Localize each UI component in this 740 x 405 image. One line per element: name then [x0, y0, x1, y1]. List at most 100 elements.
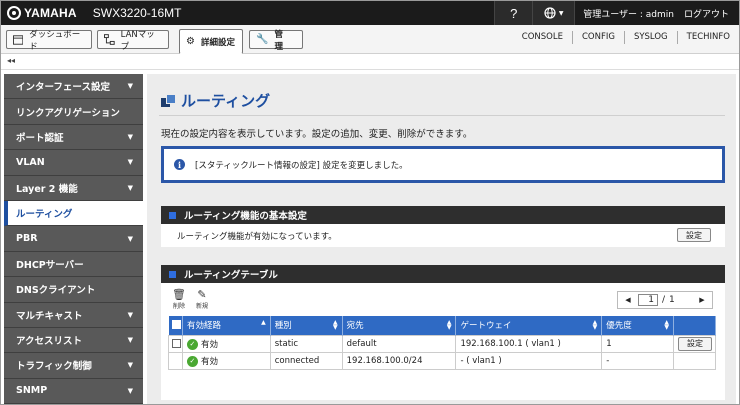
sidebar-item-access-list[interactable]: アクセスリスト ▼ — [4, 327, 143, 354]
new-label: 新規 — [196, 303, 209, 310]
console-link[interactable]: CONSOLE — [513, 31, 572, 44]
sidebar-item-pbr[interactable]: PBR ▼ — [4, 226, 143, 252]
routing-table: 有効経路 ▲ 種別 ▲ ▼ 宛先 ▲ ▼ ゲートウェイ ▲ ▼ 優先度 ▲ ▼ ✓ 有効 stati… — [168, 316, 717, 370]
column-header-active[interactable]: 有効経路 ▲ — [182, 316, 271, 335]
action-cell: 設定 — [672, 334, 717, 353]
sidebar-item-label: Layer 2 機能 — [16, 183, 78, 195]
sidebar-item-label: ポート認証 — [16, 132, 64, 144]
sidebar-item-label: PBR — [16, 233, 38, 245]
priority-cell: - — [601, 351, 674, 370]
basic-settings-body: ルーティング機能が有効になっています。 設定 — [161, 224, 725, 247]
chevron-down-icon: ▼ — [127, 132, 133, 141]
page-input[interactable]: 1 — [638, 294, 658, 306]
prev-page-button[interactable]: ◀ — [618, 296, 638, 304]
sidebar-item-label: ルーティング — [16, 209, 73, 221]
sidebar-item-port-auth[interactable]: ポート認証 ▼ — [4, 124, 143, 151]
techinfo-link[interactable]: TECHINFO — [676, 31, 739, 44]
sidebar-item-label: インターフェース設定 — [16, 82, 110, 94]
brand: YAMAHA — [7, 6, 77, 20]
config-link[interactable]: CONFIG — [571, 31, 624, 44]
notice-box: i [スタティックルート情報の設定] 設定を変更しました。 — [161, 146, 725, 183]
user-label: 管理ユーザー : admin — [583, 9, 674, 20]
nav-settings-label: 詳細設定 — [200, 37, 235, 48]
column-header-actions — [673, 316, 717, 335]
sidebar-item-snmp[interactable]: SNMP ▼ — [4, 378, 143, 404]
select-all-header — [168, 316, 183, 335]
column-header-gateway[interactable]: ゲートウェイ ▲ ▼ — [455, 316, 603, 335]
tool-links: CONSOLE CONFIG SYSLOG TECHINFO — [513, 31, 739, 44]
delete-button[interactable]: 🗑 削除 — [172, 288, 186, 311]
nav-management[interactable]: 🔧 管 理 — [249, 30, 303, 52]
column-header-destination[interactable]: 宛先 ▲ ▼ — [342, 316, 457, 335]
sidebar-item-label: トラフィック制御 — [16, 361, 92, 373]
type-cell: static — [269, 334, 343, 353]
nav-settings[interactable]: ⚙ 詳細設定 — [179, 29, 243, 54]
top-bar: YAMAHA SWX3220-16MT ? ▼ 管理ユーザー : admin ロ… — [1, 1, 739, 25]
table-row: ✓ 有効 static default 192.168.100.1 ( vlan1… — [168, 334, 717, 353]
sidebar-item-routing[interactable]: ルーティング — [4, 200, 143, 227]
syslog-link[interactable]: SYSLOG — [623, 31, 677, 44]
row-select-cell — [168, 334, 183, 353]
type-cell: connected — [269, 351, 343, 370]
next-page-button[interactable]: ▶ — [692, 296, 712, 304]
language-button[interactable]: ▼ — [532, 1, 575, 25]
trash-icon: 🗑 — [172, 288, 186, 301]
sidebar-item-layer2[interactable]: Layer 2 機能 ▼ — [4, 175, 143, 201]
column-header-priority[interactable]: 優先度 ▲ ▼ — [601, 316, 674, 335]
notice-text: [スタティックルート情報の設定] 設定を変更しました。 — [195, 160, 408, 171]
table-row: ✓ 有効 connected 192.168.100.0/24 - ( vlan1… — [168, 351, 717, 370]
edit-icon: ✎ — [197, 288, 207, 301]
help-button[interactable]: ? — [494, 1, 533, 25]
nav-dashboard[interactable]: ダッシュボード — [6, 29, 92, 52]
wrench-icon: 🔧 — [256, 34, 269, 45]
sidebar-item-label: リンクアグリゲーション — [16, 107, 120, 119]
page-separator: / — [662, 295, 666, 305]
sidebar-item-link-aggregation[interactable]: リンクアグリゲーション — [4, 99, 143, 125]
gateway-cell: - ( vlan1 ) — [455, 351, 603, 370]
main-nav: ダッシュボード LANマップ ⚙ 詳細設定 🔧 管 理 CONSOLE CONF… — [1, 25, 739, 54]
sidebar-item-label: SNMP — [16, 385, 48, 397]
active-cell: ✓ 有効 — [181, 351, 271, 370]
active-cell: ✓ 有効 — [181, 334, 271, 353]
sidebar-item-traffic-control[interactable]: トラフィック制御 ▼ — [4, 353, 143, 379]
chevron-down-icon: ▼ — [127, 336, 133, 345]
globe-icon — [544, 7, 556, 19]
basic-settings-button[interactable]: 設定 — [677, 228, 711, 242]
row-checkbox[interactable] — [172, 338, 181, 348]
sidebar-item-vlan[interactable]: VLAN ▼ — [4, 150, 143, 176]
user-area: 管理ユーザー : admin ログアウト — [574, 1, 739, 25]
sidebar-item-label: VLAN — [16, 156, 45, 168]
sidebar-item-interface[interactable]: インターフェース設定 ▼ — [4, 74, 143, 100]
nav-dashboard-label: ダッシュボード — [29, 29, 81, 52]
routing-table-heading: ルーティングテーブル — [161, 265, 725, 283]
page-description: 現在の設定内容を表示しています。設定の追加、変更、削除ができます。 — [161, 129, 473, 140]
app-window: YAMAHA SWX3220-16MT ? ▼ 管理ユーザー : admin ロ… — [0, 0, 740, 405]
sidebar-item-dhcp-server[interactable]: DHCPサーバー — [4, 251, 143, 278]
new-button[interactable]: ✎ 新規 — [196, 288, 209, 311]
priority-cell: 1 — [601, 334, 674, 353]
nav-lanmap[interactable]: LANマップ — [97, 30, 169, 52]
select-all-checkbox[interactable] — [171, 320, 181, 330]
yamaha-logo-icon — [7, 6, 21, 20]
sidebar-item-label: アクセスリスト — [16, 336, 83, 348]
brand-name: YAMAHA — [24, 6, 77, 20]
sort-icon: ▲ ▼ — [664, 319, 669, 331]
top-right-controls: ? ▼ 管理ユーザー : admin ログアウト — [494, 1, 739, 25]
action-cell — [672, 351, 717, 370]
row-settings-button[interactable]: 設定 — [677, 336, 712, 351]
sidebar-item-multicast[interactable]: マルチキャスト ▼ — [4, 302, 143, 328]
sidebar-item-dns-client[interactable]: DNSクライアント — [4, 277, 143, 303]
basic-settings-heading: ルーティング機能の基本設定 — [161, 206, 725, 224]
row-select-cell — [168, 351, 183, 370]
info-icon: i — [174, 159, 185, 170]
gateway-cell: 192.168.100.1 ( vlan1 ) — [455, 334, 603, 353]
sidebar-item-label: DNSクライアント — [16, 285, 96, 297]
dashboard-icon — [13, 34, 24, 45]
column-header-type[interactable]: 種別 ▲ ▼ — [270, 316, 343, 335]
delete-label: 削除 — [172, 303, 185, 310]
chevron-down-icon: ▼ — [127, 234, 133, 243]
logout-link[interactable]: ログアウト — [684, 7, 729, 20]
page-title-icon — [161, 94, 176, 107]
collapse-sidebar-icon[interactable]: ◂◂ — [7, 56, 15, 65]
chevron-down-icon: ▼ — [558, 9, 564, 17]
